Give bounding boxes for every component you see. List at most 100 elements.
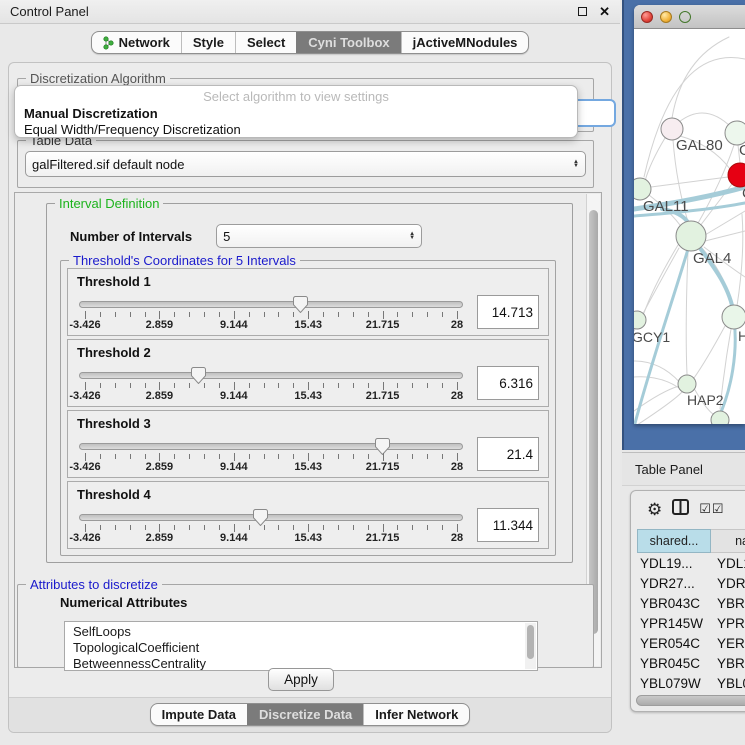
threshold-list: Threshold 1-3.4262.8599.14415.4321.71528… <box>61 265 555 552</box>
apply-button[interactable]: Apply <box>268 668 334 691</box>
minor-tick <box>204 525 205 530</box>
slider[interactable]: -3.4262.8599.14415.4321.71528 <box>77 505 465 545</box>
table-panel-bar: Table Panel <box>622 452 745 486</box>
minimize-traffic-light-icon[interactable] <box>660 11 672 23</box>
control-panel: Control Panel ✕ NetworkStyleSelectCyni T… <box>0 0 620 745</box>
network-edge[interactable] <box>694 326 725 378</box>
table-row[interactable]: YDL19...YDL1 <box>637 553 745 573</box>
table-row[interactable]: YPR145WYPR1 <box>637 613 745 633</box>
threshold-value-field[interactable]: 11.344 <box>477 508 539 542</box>
gear-icon[interactable]: ⚙︎ <box>647 501 662 518</box>
slider-track[interactable] <box>79 372 463 379</box>
slider-track[interactable] <box>79 443 463 450</box>
attributes-scrollbar[interactable] <box>525 623 536 669</box>
bottom-tabs: Impute DataDiscretize DataInfer Network <box>150 703 471 726</box>
minor-tick <box>264 525 265 530</box>
horizontal-scrollbar[interactable] <box>636 695 745 706</box>
network-edge[interactable] <box>634 361 682 385</box>
table-row[interactable]: YER054CYER0 <box>637 633 745 653</box>
close-icon[interactable]: ✕ <box>599 5 610 18</box>
tab-style[interactable]: Style <box>181 32 235 53</box>
network-node-gal11[interactable] <box>634 178 651 200</box>
threshold-value-field[interactable]: 6.316 <box>477 366 539 400</box>
tab-network[interactable]: Network <box>92 32 181 53</box>
minor-tick <box>397 454 398 459</box>
minor-tick <box>368 312 369 317</box>
minor-tick <box>293 383 294 388</box>
threshold-label: Threshold 4 <box>77 487 539 502</box>
network-node-gal4[interactable] <box>676 221 706 251</box>
tick-label: -3.426 <box>69 461 100 473</box>
slider-ticks <box>85 452 457 461</box>
network-canvas[interactable]: GAL80GACGAL11GAL4GCY1HHAP2 <box>634 29 745 424</box>
table-row[interactable]: YBL079WYBL0 <box>637 673 745 691</box>
algorithm-option-equal-width[interactable]: Equal Width/Frequency Discretization <box>15 122 577 138</box>
numerical-attributes-list[interactable]: SelfLoopsTopologicalCoefficientBetweenne… <box>64 621 538 671</box>
threshold-value-field[interactable]: 14.713 <box>477 295 539 329</box>
network-node-gcy1[interactable] <box>634 311 646 329</box>
cell-name: YBR0 <box>711 656 745 671</box>
tick-label: 15.43 <box>294 461 322 473</box>
network-edge[interactable] <box>705 231 745 241</box>
tab-label: Style <box>193 35 224 50</box>
column-header-shared-name[interactable]: shared... <box>637 529 711 553</box>
threshold-box-4: Threshold 4 -3.4262.8599.14415.4321.71528… <box>67 481 549 549</box>
network-node-hap2[interactable] <box>678 375 696 393</box>
node-label: H <box>738 328 745 344</box>
minor-tick <box>115 383 116 388</box>
slider-track[interactable] <box>79 514 463 521</box>
float-window-icon[interactable] <box>578 7 587 16</box>
network-edge[interactable] <box>737 214 743 306</box>
slider-track[interactable] <box>79 301 463 308</box>
scrollbar-thumb[interactable] <box>636 695 745 706</box>
network-node[interactable] <box>711 411 729 424</box>
threshold-value-field[interactable]: 21.4 <box>477 437 539 471</box>
slider[interactable]: -3.4262.8599.14415.4321.71528 <box>77 292 465 332</box>
attribute-item[interactable]: SelfLoops <box>73 624 537 640</box>
numerical-attributes-label: Numerical Attributes <box>60 595 187 610</box>
network-edge[interactable] <box>634 377 679 388</box>
major-tick <box>308 453 309 461</box>
table-row[interactable]: YBR045CYBR0 <box>637 653 745 673</box>
network-edge[interactable] <box>651 177 728 187</box>
network-edge[interactable] <box>686 251 688 374</box>
slider-row: -3.4262.8599.14415.4321.71528 21.4 <box>77 434 539 474</box>
minor-tick <box>353 525 354 530</box>
table-row[interactable]: YBR043CYBR0 <box>637 593 745 613</box>
tab-discretize-data[interactable]: Discretize Data <box>247 704 363 725</box>
checkbox-icons[interactable]: ☑☑ <box>699 501 724 517</box>
zoom-traffic-light-icon[interactable] <box>679 11 691 23</box>
close-traffic-light-icon[interactable] <box>641 11 653 23</box>
network-node-h[interactable] <box>722 305 745 329</box>
attribute-item[interactable]: TopologicalCoefficient <box>73 640 537 656</box>
slider[interactable]: -3.4262.8599.14415.4321.71528 <box>77 363 465 403</box>
major-tick <box>159 524 160 532</box>
minor-tick <box>145 383 146 388</box>
column-header-name[interactable]: na <box>711 529 745 553</box>
network-edge[interactable] <box>697 145 734 225</box>
network-edge[interactable] <box>679 113 733 129</box>
scrollbar-thumb[interactable] <box>589 210 598 634</box>
slider[interactable]: -3.4262.8599.14415.4321.71528 <box>77 434 465 474</box>
tab-cyni-toolbox[interactable]: Cyni Toolbox <box>296 32 400 53</box>
tab-select[interactable]: Select <box>235 32 296 53</box>
minor-tick <box>219 312 220 317</box>
network-edge[interactable] <box>672 37 729 118</box>
split-columns-icon[interactable] <box>672 499 689 520</box>
scrollbar-thumb[interactable] <box>527 625 534 659</box>
algorithm-option-manual[interactable]: Manual Discretization <box>15 106 577 122</box>
major-tick <box>383 453 384 461</box>
network-node-c[interactable] <box>728 163 745 187</box>
node-table[interactable]: shared... na YDL19...YDL1YDR27...YDR2YBR… <box>637 529 745 691</box>
num-intervals-combo[interactable]: 5 ▲▼ <box>216 224 422 248</box>
tab-infer-network[interactable]: Infer Network <box>363 704 469 725</box>
network-edge[interactable] <box>705 211 745 235</box>
minor-tick <box>278 312 279 317</box>
tick-label: 28 <box>451 461 463 473</box>
table-data-combo[interactable]: galFiltered.sif default node ▲▼ <box>25 151 586 177</box>
table-row[interactable]: YDR27...YDR2 <box>637 573 745 593</box>
tab-jactivemnodules[interactable]: jActiveMNodules <box>401 32 529 53</box>
tab-impute-data[interactable]: Impute Data <box>151 704 247 725</box>
network-edge[interactable] <box>644 57 745 177</box>
tick-label: 15.43 <box>294 319 322 331</box>
